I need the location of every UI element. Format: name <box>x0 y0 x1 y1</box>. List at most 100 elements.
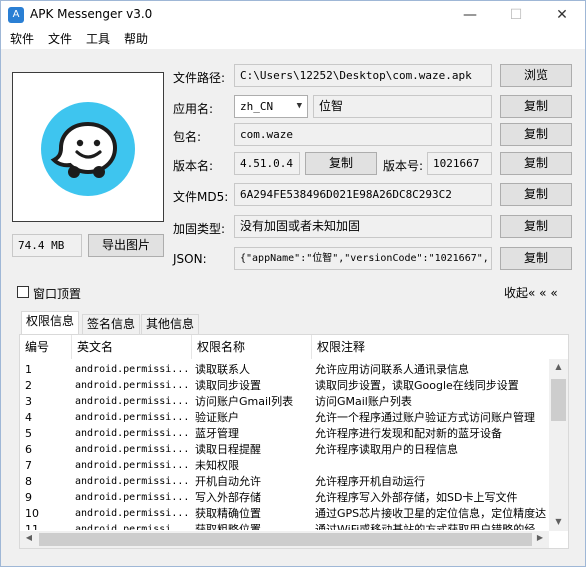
copy-package-button[interactable]: 复制 <box>500 123 572 146</box>
app-name-label: 应用名: <box>173 102 214 116</box>
row-index: 1 <box>25 363 32 376</box>
tab-other[interactable]: 其他信息 <box>141 314 200 334</box>
row-permission-note: 允许程序写入外部存储，如SD卡上写文件 <box>315 491 518 504</box>
row-english-name: android.permissi... <box>75 444 190 455</box>
browse-button[interactable]: 浏览 <box>500 64 572 87</box>
window-top-checkbox[interactable] <box>17 286 29 298</box>
row-english-name: android.permissi... <box>75 524 190 530</box>
close-button[interactable]: ✕ <box>539 1 585 29</box>
list-item[interactable]: 10 android.permissi... 获取精确位置 通过GPS芯片接收卫星的定… <box>20 506 549 522</box>
row-english-name: android.permissi... <box>75 508 190 519</box>
row-permission-note: 通过GPS芯片接收卫星的定位信息，定位精度达 <box>315 507 547 520</box>
list-item[interactable]: 11 android.permissi... 获取粗略位置 通过WiFi或移动基站的方… <box>20 522 549 530</box>
menu-file[interactable]: 文件 <box>48 29 72 49</box>
list-item[interactable]: 7 android.permissi... 未知权限 <box>20 458 549 474</box>
locale-select[interactable]: zh_CN ▼ <box>234 95 308 118</box>
list-item[interactable]: 5 android.permissi... 蓝牙管理 允许程序进行发现和配对新的蓝牙设… <box>20 426 549 442</box>
version-name-label: 版本名: <box>173 159 214 173</box>
row-permission-name: 读取同步设置 <box>195 379 261 392</box>
menu-bar: 软件 文件 工具 帮助 <box>1 29 585 49</box>
col-permission-name[interactable]: 权限名称 <box>192 335 312 359</box>
tab-permissions[interactable]: 权限信息 <box>21 311 80 334</box>
json-field[interactable]: {"appName":"位智","versionCode":"1021667", <box>234 247 492 270</box>
copy-version-name-button[interactable]: 复制 <box>305 152 377 175</box>
list-item[interactable]: 4 android.permissi... 验证账户 允许一个程序通过账户验证方式访问… <box>20 410 549 426</box>
row-index: 7 <box>25 459 32 472</box>
row-permission-note: 允许程序进行发现和配对新的蓝牙设备 <box>315 427 502 440</box>
row-english-name: android.permissi... <box>75 428 190 439</box>
menu-software[interactable]: 软件 <box>10 29 34 49</box>
horizontal-scroll-thumb[interactable] <box>39 533 532 546</box>
package-label: 包名: <box>173 130 202 144</box>
row-index: 11 <box>25 523 39 530</box>
permissions-panel: 编号 英文名 权限名称 权限注释 1 android.permissi... 读取联… <box>19 334 569 549</box>
list-header: 编号 英文名 权限名称 权限注释 <box>20 335 549 359</box>
menu-tools[interactable]: 工具 <box>86 29 110 49</box>
list-item[interactable]: 9 android.permissi... 写入外部存储 允许程序写入外部存储，如SD… <box>20 490 549 506</box>
copy-app-name-button[interactable]: 复制 <box>500 95 572 118</box>
row-index: 10 <box>25 507 39 520</box>
row-index: 6 <box>25 443 32 456</box>
scroll-up-icon[interactable]: ▲ <box>549 362 568 371</box>
row-index: 3 <box>25 395 32 408</box>
title-bar: A APK Messenger v3.0 — ☐ ✕ <box>1 1 585 29</box>
protect-type-field[interactable]: 没有加固或者未知加固 <box>234 215 492 238</box>
row-permission-note: 允许应用访问联系人通讯录信息 <box>315 363 469 376</box>
row-english-name: android.permissi... <box>75 492 190 503</box>
version-code-field[interactable]: 1021667 <box>427 152 492 175</box>
export-image-button[interactable]: 导出图片 <box>88 234 164 257</box>
row-english-name: android.permissi... <box>75 364 190 375</box>
horizontal-scrollbar[interactable]: ◀ ▶ <box>20 531 549 548</box>
file-path-field[interactable]: C:\Users\12252\Desktop\com.waze.apk <box>234 64 492 87</box>
col-english-name[interactable]: 英文名 <box>72 335 192 359</box>
row-permission-name: 访问账户Gmail列表 <box>195 395 294 408</box>
row-permission-note: 允许程序读取用户的日程信息 <box>315 443 458 456</box>
permission-list: 1 android.permissi... 读取联系人 允许应用访问联系人通讯录信息 2… <box>20 362 549 530</box>
row-permission-name: 未知权限 <box>195 459 239 472</box>
copy-version-code-button[interactable]: 复制 <box>500 152 572 175</box>
main-content: 74.4 MB 导出图片 文件路径: C:\Users\12252\Deskto… <box>1 49 585 566</box>
row-permission-note <box>315 458 549 474</box>
row-permission-name: 开机自动允许 <box>195 475 261 488</box>
list-item[interactable]: 3 android.permissi... 访问账户Gmail列表 访问GMail账户… <box>20 394 549 410</box>
minimize-button[interactable]: — <box>447 1 493 29</box>
row-english-name: android.permissi... <box>75 460 190 471</box>
version-name-field[interactable]: 4.51.0.4 <box>234 152 300 175</box>
row-permission-note: 访问GMail账户列表 <box>315 395 412 408</box>
row-index: 4 <box>25 411 32 424</box>
app-icon-preview <box>12 72 164 222</box>
json-label: JSON: <box>173 252 207 266</box>
vertical-scroll-thumb[interactable] <box>551 379 566 421</box>
row-english-name: android.permissi... <box>75 380 190 391</box>
row-index: 5 <box>25 427 32 440</box>
row-permission-name: 读取联系人 <box>195 363 250 376</box>
copy-protect-type-button[interactable]: 复制 <box>500 215 572 238</box>
app-name-field[interactable]: 位智 <box>313 95 492 118</box>
copy-json-button[interactable]: 复制 <box>500 247 572 270</box>
list-item[interactable]: 8 android.permissi... 开机自动允许 允许程序开机自动运行 <box>20 474 549 490</box>
scroll-left-icon[interactable]: ◀ <box>24 533 34 542</box>
list-item[interactable]: 2 android.permissi... 读取同步设置 读取同步设置，读取Googl… <box>20 378 549 394</box>
col-index[interactable]: 编号 <box>20 335 72 359</box>
window-title: APK Messenger v3.0 <box>30 7 153 21</box>
scroll-right-icon[interactable]: ▶ <box>535 533 545 542</box>
copy-md5-button[interactable]: 复制 <box>500 183 572 206</box>
scroll-down-icon[interactable]: ▼ <box>549 517 568 526</box>
version-code-label: 版本号: <box>383 159 424 173</box>
row-index: 9 <box>25 491 32 504</box>
md5-field[interactable]: 6A294FE538496D021E98A26DC8C293C2 <box>234 183 492 206</box>
package-field[interactable]: com.waze <box>234 123 492 146</box>
waze-icon <box>41 102 135 196</box>
list-item[interactable]: 1 android.permissi... 读取联系人 允许应用访问联系人通讯录信息 <box>20 362 549 378</box>
row-english-name: android.permissi... <box>75 476 190 487</box>
vertical-scrollbar[interactable]: ▲ ▼ <box>549 359 568 531</box>
maximize-button[interactable]: ☐ <box>493 1 539 29</box>
row-permission-name: 获取粗略位置 <box>195 523 261 530</box>
collapse-link[interactable]: 收起« « « <box>504 284 558 301</box>
row-index: 2 <box>25 379 32 392</box>
tab-signature[interactable]: 签名信息 <box>82 314 141 334</box>
col-permission-note[interactable]: 权限注释 <box>312 335 549 359</box>
list-item[interactable]: 6 android.permissi... 读取日程提醒 允许程序读取用户的日程信息 <box>20 442 549 458</box>
menu-help[interactable]: 帮助 <box>124 29 148 49</box>
app-window: A APK Messenger v3.0 — ☐ ✕ 软件 文件 工具 帮助 7… <box>0 0 586 567</box>
